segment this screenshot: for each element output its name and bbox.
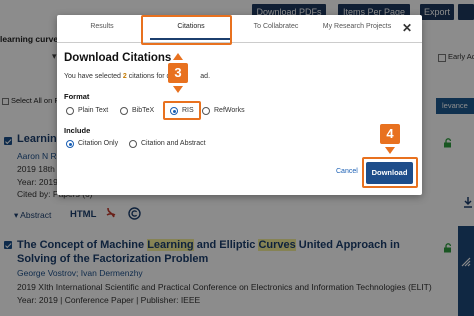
format-label: Format bbox=[64, 92, 90, 101]
modal-tabs: Results Citations To Collabratec My Rese… bbox=[57, 15, 422, 43]
format-refworks-label[interactable]: RefWorks bbox=[214, 107, 245, 114]
include-citation-abstract-radio[interactable] bbox=[129, 140, 137, 148]
citations-tab-highlight bbox=[141, 15, 232, 45]
format-plain-text-label[interactable]: Plain Text bbox=[78, 107, 108, 114]
include-citation-abstract-label[interactable]: Citation and Abstract bbox=[141, 140, 206, 147]
format-bibtex-radio[interactable] bbox=[120, 107, 128, 115]
close-icon[interactable]: ✕ bbox=[402, 21, 412, 35]
selection-text: ad. bbox=[200, 73, 211, 80]
modal-title: Download Citations bbox=[64, 52, 172, 64]
cancel-button[interactable]: Cancel bbox=[336, 168, 358, 175]
download-button-highlight bbox=[362, 157, 418, 188]
tab-my-research-projects[interactable]: My Research Projects bbox=[317, 23, 397, 30]
arrow-down-icon bbox=[173, 86, 183, 93]
tab-results[interactable]: Results bbox=[77, 23, 127, 30]
format-plain-text-radio[interactable] bbox=[66, 107, 74, 115]
selection-text: You have selected bbox=[64, 73, 123, 80]
include-citation-only-radio[interactable] bbox=[66, 140, 74, 148]
tab-to-collabratec[interactable]: To Collabratec bbox=[241, 23, 311, 30]
format-refworks-radio[interactable] bbox=[202, 107, 210, 115]
include-label: Include bbox=[64, 126, 91, 135]
format-bibtex-label[interactable]: BibTeX bbox=[132, 107, 154, 114]
step-badge: 3 bbox=[168, 63, 188, 83]
arrow-down-icon bbox=[385, 147, 395, 154]
selection-summary: You have selected 2 citations for do ad. bbox=[64, 73, 210, 80]
arrow-up-icon bbox=[173, 53, 183, 60]
ris-option-highlight bbox=[163, 101, 201, 120]
include-citation-only-label[interactable]: Citation Only bbox=[78, 140, 118, 147]
step-badge: 4 bbox=[380, 124, 400, 144]
